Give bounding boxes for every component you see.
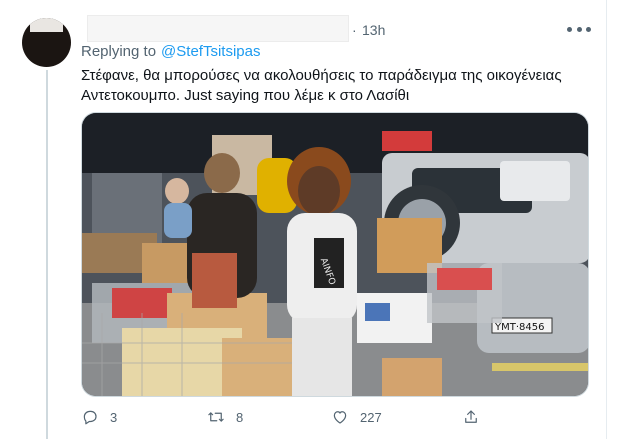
license-plate-text: ΥΜΤ·8456 [494, 322, 544, 333]
more-dot [586, 26, 591, 32]
time-separator: · [352, 22, 357, 38]
replying-to: Replying to @StefTsitsipas [81, 43, 260, 60]
more-dot [576, 26, 582, 32]
like-count: 227 [360, 409, 382, 425]
redacted-user-name [87, 15, 349, 42]
photo-supermarket-parking: ΥΜΤ·8456 AINFO [82, 113, 588, 396]
reply-count: 3 [110, 409, 118, 425]
timeline-border [606, 0, 607, 439]
reply-icon [83, 410, 97, 425]
like-icon [333, 411, 347, 424]
like-button[interactable]: 227 [331, 406, 382, 428]
more-icon[interactable] [567, 22, 591, 36]
retweet-count: 8 [236, 409, 244, 425]
replying-label: Replying to [81, 43, 157, 60]
retweet-icon [208, 412, 224, 422]
retweet-button[interactable]: 8 [207, 406, 243, 428]
more-dot [567, 26, 572, 32]
share-button[interactable] [462, 406, 480, 428]
thread-line [46, 70, 48, 439]
replying-handle-link[interactable]: @StefTsitsipas [161, 43, 260, 60]
tweet-text: Στέφανε, θα μπορούσες να ακολουθήσεις το… [81, 67, 562, 104]
tweet-actions: 3 8 227 [81, 406, 601, 428]
avatar[interactable] [22, 18, 71, 67]
reply-button[interactable]: 3 [81, 406, 117, 428]
tweet-media-photo[interactable]: ΥΜΤ·8456 AINFO [81, 112, 589, 397]
share-icon [465, 410, 477, 423]
tweet-time[interactable]: 13h [362, 22, 385, 38]
